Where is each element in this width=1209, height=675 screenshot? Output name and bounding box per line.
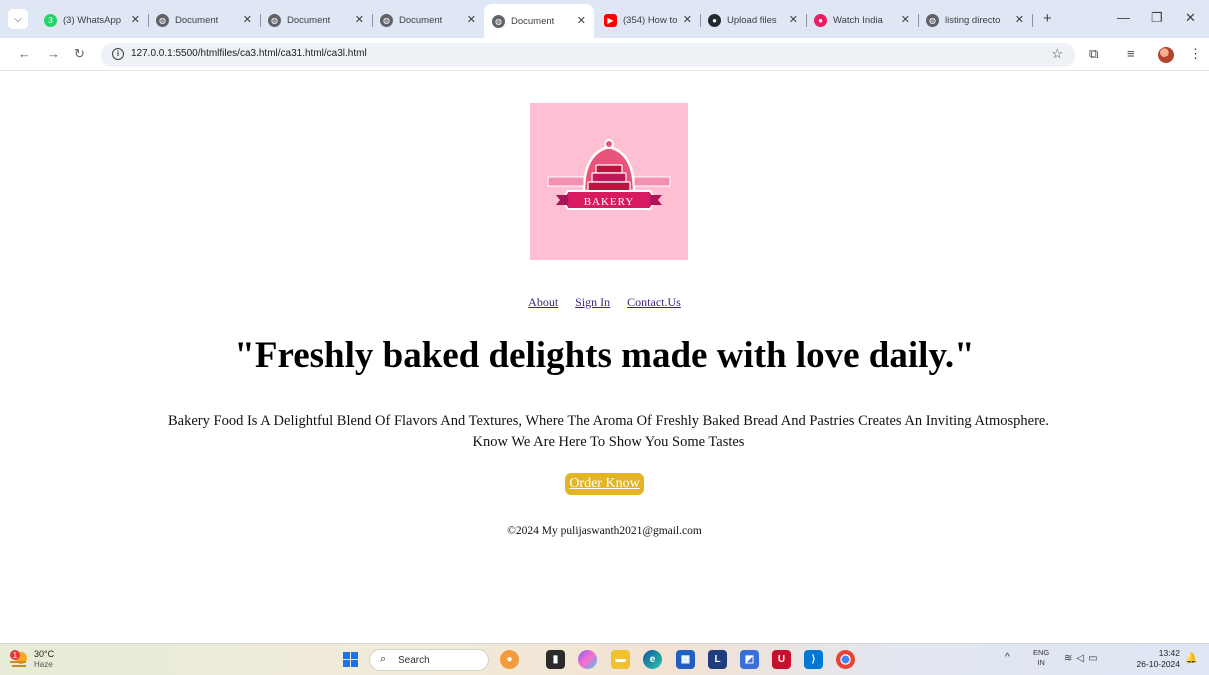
close-tab-icon[interactable]: ✕ <box>577 14 586 27</box>
weather-temperature[interactable]: 30°C <box>34 649 54 659</box>
restore-icon[interactable]: ❐ <box>1151 10 1163 26</box>
forward-arrow-icon[interactable]: → <box>47 46 60 61</box>
browser-tab[interactable]: ● Watch India ✕ <box>806 6 919 34</box>
tab-title: (3) WhatsApp <box>63 14 122 26</box>
notification-bell-icon[interactable]: 🔔 <box>1185 653 1197 664</box>
whatsapp-icon: 3 <box>44 13 57 27</box>
menu-kebab-icon[interactable]: ⋮ <box>1189 46 1202 62</box>
app-icon: ● <box>814 13 827 27</box>
bookmark-star-icon[interactable]: ☆ <box>1051 46 1063 62</box>
windows-start-icon[interactable] <box>343 652 358 667</box>
minimize-icon[interactable]: — <box>1117 10 1130 25</box>
page-headline: "Freshly baked delights made with love d… <box>234 335 975 376</box>
tab-title: Watch India <box>833 14 883 26</box>
language-indicator[interactable]: ENG IN <box>1033 648 1049 668</box>
language-code: ENG <box>1033 648 1050 657</box>
widgets-app-icon[interactable]: ● <box>500 650 519 669</box>
copilot-icon[interactable] <box>578 650 597 669</box>
description-line-1: Bakery Food Is A Delightful Blend Of Fla… <box>168 413 1049 429</box>
tray-overflow-chevron-icon[interactable]: ^ <box>1005 652 1010 663</box>
search-icon: ⌕ <box>380 653 387 665</box>
page-content: BAKERY About Sign In Contact.Us "Freshly… <box>0 71 1209 643</box>
store-icon[interactable]: ▦ <box>676 650 695 669</box>
taskbar-search[interactable]: ⌕ Search <box>369 649 489 671</box>
taskbar-clock[interactable]: 13:42 26-10-2024 <box>1128 648 1180 670</box>
youtube-icon: ▶ <box>604 13 617 27</box>
tab-title: listing directo <box>945 14 1001 26</box>
browser-tab[interactable]: ◍ Document ✕ <box>372 6 484 34</box>
globe-icon: ◍ <box>380 13 393 27</box>
browser-tab[interactable]: ▶ (354) How to ✕ <box>596 6 701 34</box>
reading-list-icon[interactable]: ≡ <box>1127 46 1135 61</box>
region-code: IN <box>1037 658 1045 667</box>
tab-title: Document <box>399 14 443 26</box>
page-footer: ©2024 My pulijaswanth2021@gmail.com <box>507 525 702 537</box>
browser-toolbar: ← → ↻ i 127.0.0.1:5500/htmlfiles/ca3.htm… <box>0 38 1209 71</box>
nav-sign-in-link[interactable]: Sign In <box>575 295 610 309</box>
order-button[interactable]: Order Know <box>565 473 644 495</box>
mcafee-icon[interactable]: U <box>772 650 791 669</box>
browser-tab[interactable]: 3 (3) WhatsApp ✕ <box>36 6 149 34</box>
github-icon: ● <box>708 13 721 27</box>
nav-contact-us-link[interactable]: Contact.Us <box>627 295 681 309</box>
weather-badge-count: 1 <box>13 651 18 660</box>
browser-tab[interactable]: ◍ Document ✕ <box>148 6 261 34</box>
close-tab-icon[interactable]: ✕ <box>683 13 692 26</box>
close-tab-icon[interactable]: ✕ <box>131 13 140 26</box>
page-description: Bakery Food Is A Delightful Blend Of Fla… <box>100 411 1117 453</box>
file-explorer-icon[interactable]: ▬ <box>611 650 630 669</box>
new-tab-icon[interactable]: + <box>1043 10 1052 27</box>
url-text[interactable]: 127.0.0.1:5500/htmlfiles/ca3.html/ca31.h… <box>131 48 367 59</box>
globe-icon: ◍ <box>492 14 505 28</box>
browser-tab[interactable]: ◍ Document ✕ <box>260 6 373 34</box>
tab-title: Document <box>175 14 219 26</box>
browser-tab[interactable]: ● Upload files ✕ <box>700 6 807 34</box>
main-nav: About Sign In Contact.Us <box>0 295 1209 310</box>
globe-icon: ◍ <box>268 13 281 27</box>
vscode-icon[interactable]: ⟩ <box>804 650 823 669</box>
lenovo-app-icon[interactable]: L <box>708 650 727 669</box>
browser-tab-active[interactable]: ◍ Document ✕ <box>484 4 594 38</box>
close-tab-icon[interactable]: ✕ <box>243 13 252 26</box>
back-arrow-icon[interactable]: ← <box>18 46 31 61</box>
address-bar[interactable]: i 127.0.0.1:5500/htmlfiles/ca3.html/ca31… <box>101 43 1075 67</box>
weather-condition[interactable]: Haze <box>34 660 53 669</box>
browser-tab-strip: ⌵ 3 (3) WhatsApp ✕ ◍ Document ✕ ◍ Docume… <box>0 0 1209 38</box>
extensions-icon[interactable]: ⧉ <box>1089 46 1098 62</box>
edge-browser-icon[interactable]: e <box>643 650 662 669</box>
weather-haze-icon[interactable]: 1 <box>8 649 30 669</box>
info-icon[interactable]: i <box>112 48 124 60</box>
close-tab-icon[interactable]: ✕ <box>467 13 476 26</box>
globe-icon: ◍ <box>926 13 939 27</box>
browser-tab[interactable]: ◍ listing directo ✕ <box>918 6 1033 34</box>
order-button-container: Order Know <box>0 473 1209 495</box>
logo-bakery-text: BAKERY <box>584 196 635 208</box>
taskbar-search-label: Search <box>398 655 430 666</box>
tray-wifi-volume-battery-icons[interactable]: ≋◁▭ <box>1064 653 1102 664</box>
globe-icon: ◍ <box>156 13 169 27</box>
tab-search-chevron-icon[interactable]: ⌵ <box>8 9 28 29</box>
tab-title: Upload files <box>727 14 777 26</box>
clock-time: 13:42 <box>1158 648 1180 658</box>
photos-app-icon[interactable]: ◩ <box>740 650 759 669</box>
profile-avatar[interactable] <box>1158 47 1174 63</box>
close-tab-icon[interactable]: ✕ <box>355 13 364 26</box>
close-window-icon[interactable]: ✕ <box>1185 10 1196 26</box>
close-tab-icon[interactable]: ✕ <box>1015 13 1024 26</box>
windows-taskbar: 1 30°C Haze ⌕ Search ● ▮ ▬ e ▦ L ◩ U ⟩ ^… <box>0 643 1209 675</box>
tab-title: Document <box>287 14 331 26</box>
reload-icon[interactable]: ↻ <box>74 46 85 62</box>
description-line-2: Know We Are Here To Show You Some Tastes <box>472 434 745 450</box>
chrome-icon[interactable] <box>836 650 855 669</box>
tab-title: Document <box>511 15 555 27</box>
cake-logo-icon: BAKERY <box>530 103 688 260</box>
task-view-icon[interactable]: ▮ <box>546 650 565 669</box>
tab-title: (354) How to <box>623 14 677 26</box>
bakery-logo: BAKERY <box>530 103 688 260</box>
close-tab-icon[interactable]: ✕ <box>789 13 798 26</box>
clock-date: 26-10-2024 <box>1136 659 1180 669</box>
nav-about-link[interactable]: About <box>528 295 558 309</box>
close-tab-icon[interactable]: ✕ <box>901 13 910 26</box>
